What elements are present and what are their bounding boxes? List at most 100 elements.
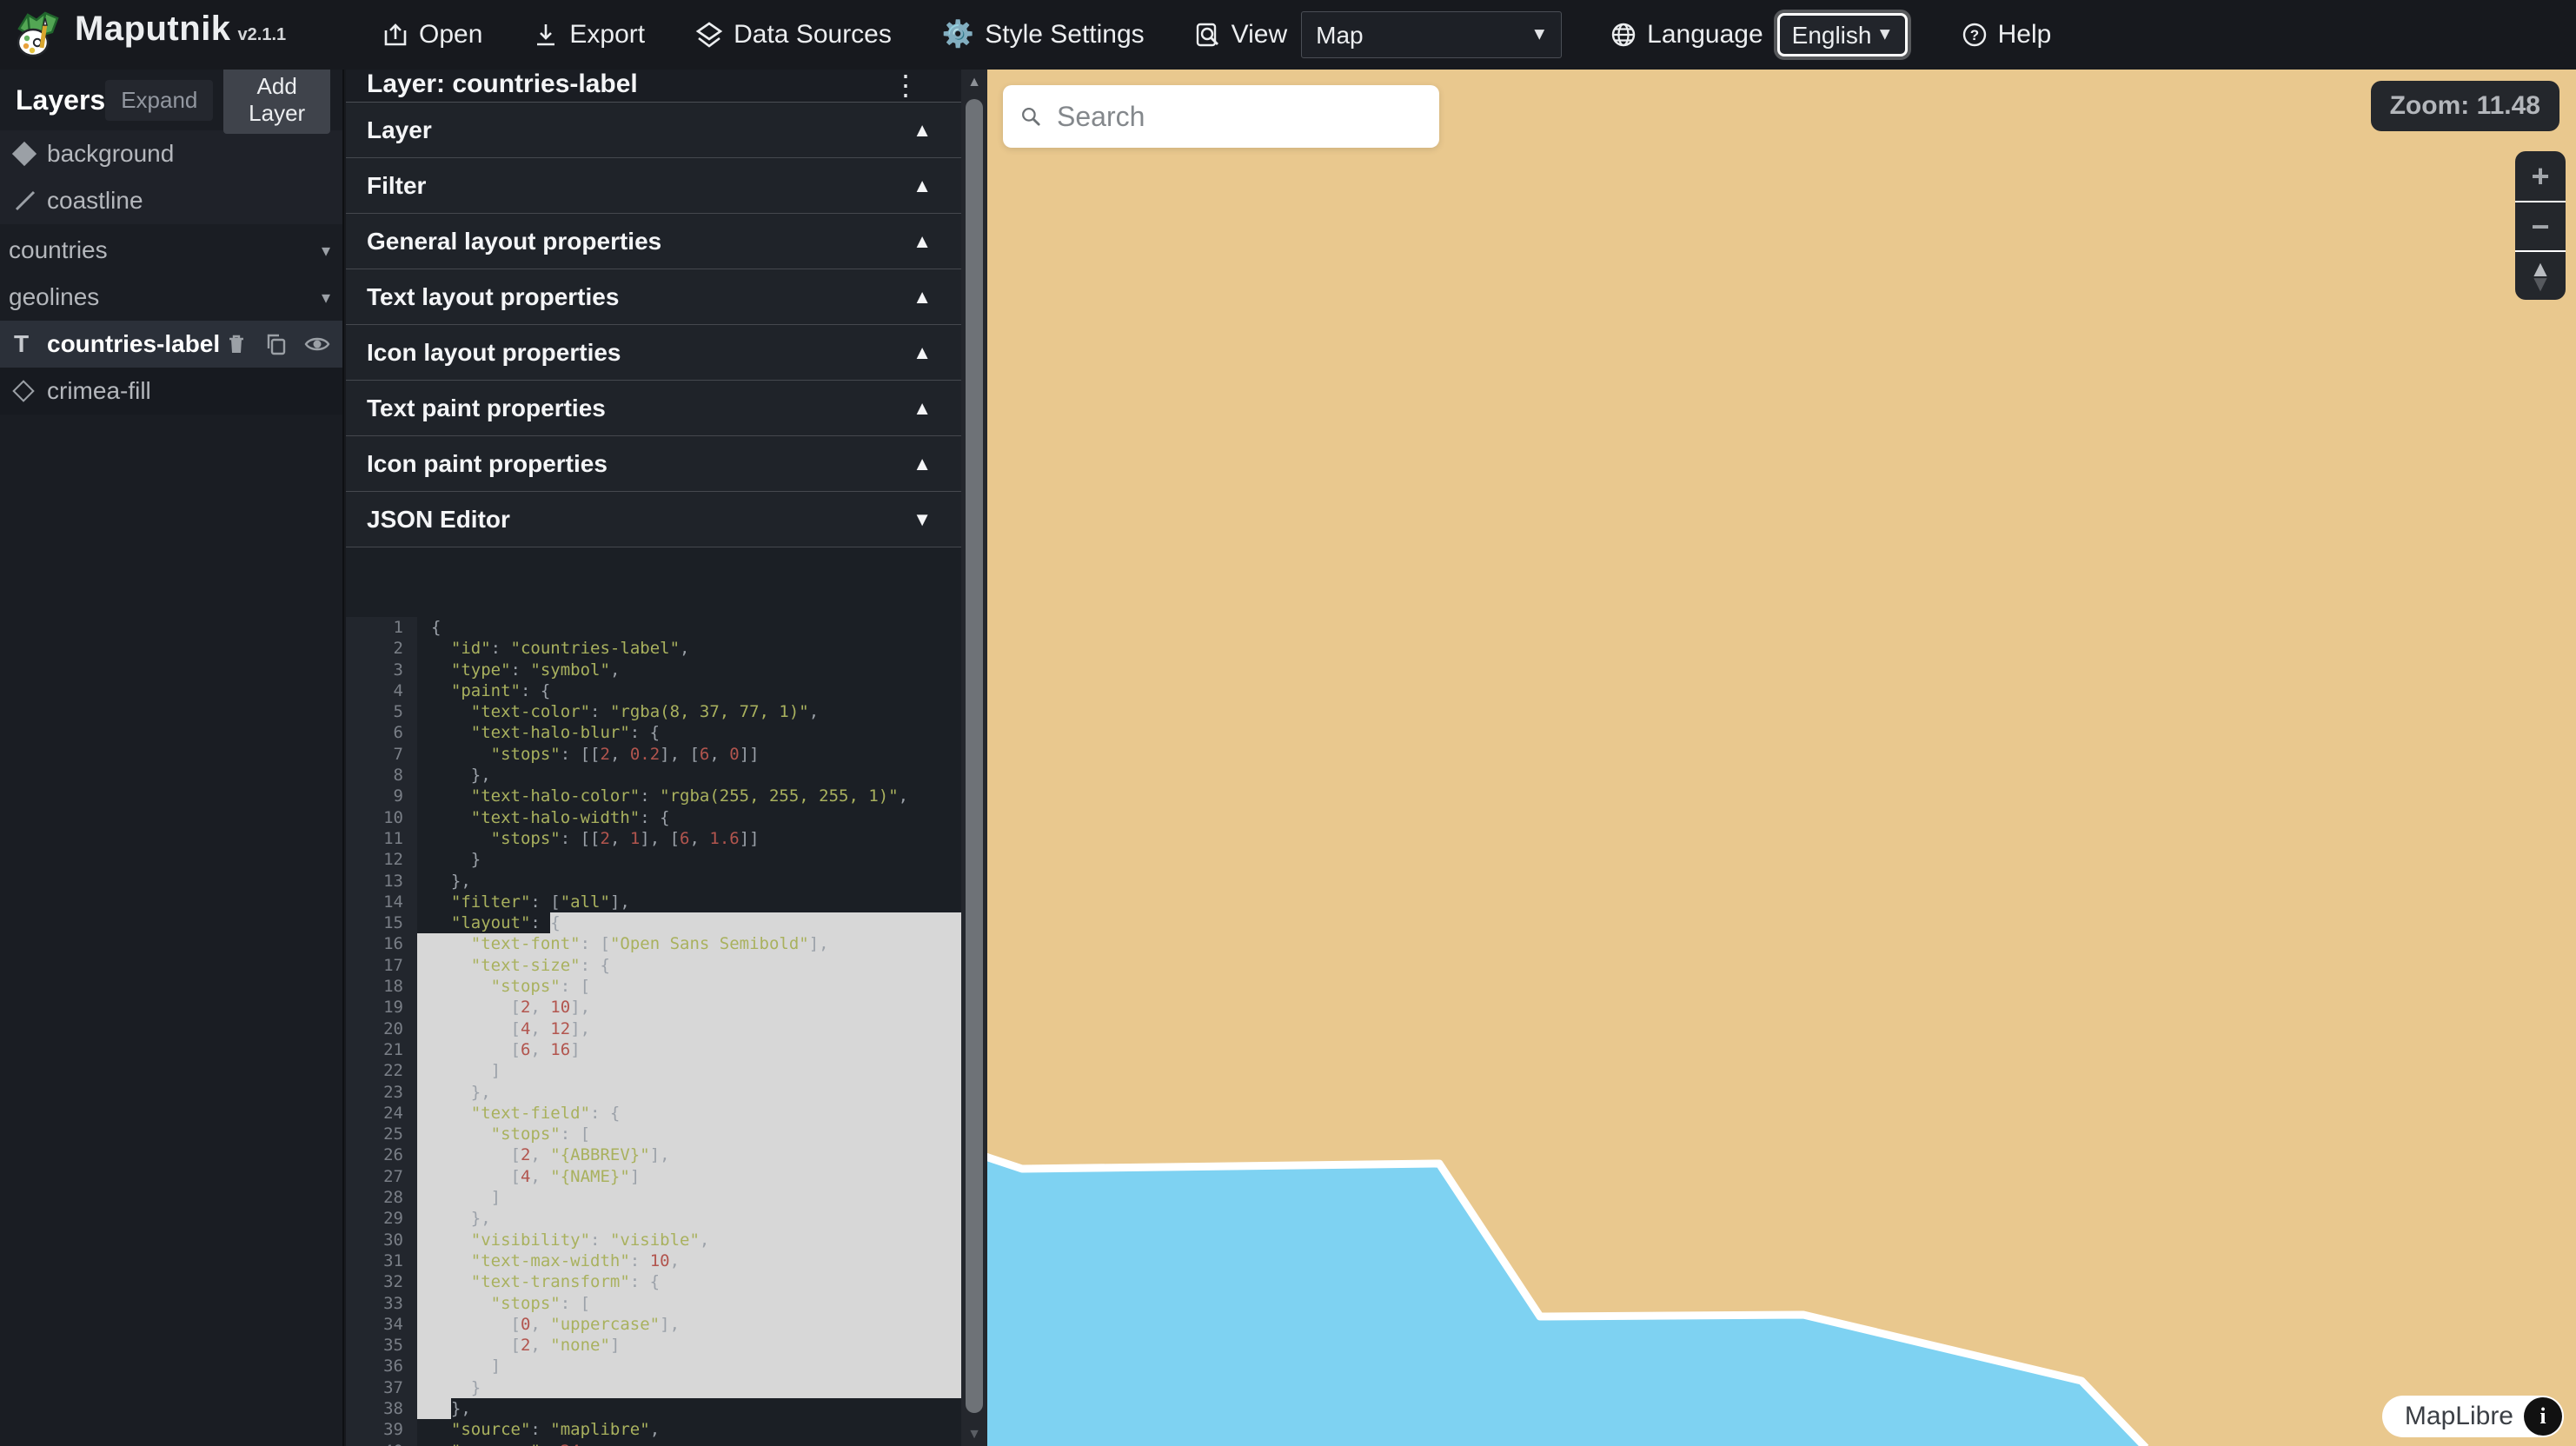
layer-item-countries-label[interactable]: T countries-label xyxy=(0,321,342,368)
search-input[interactable] xyxy=(1057,101,1422,133)
code-line[interactable]: 20 [4, 12], xyxy=(346,1018,961,1039)
code-line[interactable]: 11 "stops": [[2, 1], [6, 1.6]] xyxy=(346,828,961,849)
code-line[interactable]: 13 }, xyxy=(346,871,961,892)
json-code[interactable]: 1{2 "id": "countries-label",3 "type": "s… xyxy=(346,617,961,1446)
code-line[interactable]: 14 "filter": ["all"], xyxy=(346,892,961,912)
add-layer-button[interactable]: Add Layer xyxy=(223,66,330,134)
attribution-info-icon[interactable]: i xyxy=(2524,1397,2562,1436)
section-layer[interactable]: Layer ▲ xyxy=(346,103,961,158)
data-sources-button[interactable]: Data Sources xyxy=(695,20,892,50)
layer-group-countries[interactable]: countries ▾ xyxy=(0,227,342,274)
section-label: Icon layout properties xyxy=(367,339,913,367)
code-line[interactable]: 27 [4, "{NAME}"] xyxy=(346,1166,961,1187)
layer-item-background[interactable]: background xyxy=(0,130,342,177)
visibility-eye-icon[interactable] xyxy=(304,332,330,356)
zoom-out-button[interactable]: − xyxy=(2515,201,2566,250)
fill-outline-layer-icon xyxy=(14,383,47,399)
maplibre-link[interactable]: MapLibre xyxy=(2405,1402,2513,1431)
scrollbar-up-icon[interactable]: ▲ xyxy=(961,75,987,90)
code-line[interactable]: 10 "text-halo-width": { xyxy=(346,807,961,828)
code-line[interactable]: 40 "maxzoom": 24, xyxy=(346,1441,961,1446)
code-line[interactable]: 17 "text-size": { xyxy=(346,955,961,976)
code-line[interactable]: 25 "stops": [ xyxy=(346,1124,961,1144)
code-line[interactable]: 8 }, xyxy=(346,765,961,786)
code-line[interactable]: 9 "text-halo-color": "rgba(255, 255, 255… xyxy=(346,786,961,806)
code-line[interactable]: 26 [2, "{ABBREV}"], xyxy=(346,1144,961,1165)
expand-button[interactable]: Expand xyxy=(105,80,213,121)
layer-editor-panel: Layer: countries-label ⋮ Layer ▲ Filter … xyxy=(346,70,961,1446)
scrollbar-down-icon[interactable]: ▼ xyxy=(961,1427,987,1443)
code-line[interactable]: 23 }, xyxy=(346,1082,961,1103)
line-number: 7 xyxy=(346,744,417,765)
code-line[interactable]: 7 "stops": [[2, 0.2], [6, 0]] xyxy=(346,744,961,765)
code-line[interactable]: 31 "text-max-width": 10, xyxy=(346,1250,961,1271)
layer-label: crimea-fill xyxy=(47,377,151,405)
code-line[interactable]: 19 [2, 10], xyxy=(346,997,961,1018)
map-viewport[interactable]: Zoom: 11.48 + − ▲▼ MapLibre i xyxy=(987,70,2576,1446)
duplicate-layer-icon[interactable] xyxy=(264,332,289,356)
view-mode-select[interactable]: Map xyxy=(1301,11,1562,58)
code-line[interactable]: 33 "stops": [ xyxy=(346,1293,961,1314)
open-button[interactable]: Open xyxy=(382,20,482,50)
line-number: 10 xyxy=(346,807,417,828)
code-line[interactable]: 1{ xyxy=(346,617,961,638)
line-number: 12 xyxy=(346,849,417,870)
map-canvas xyxy=(987,70,2576,1446)
code-line[interactable]: 34 [0, "uppercase"], xyxy=(346,1314,961,1335)
export-button[interactable]: Export xyxy=(533,20,645,50)
kebab-menu-icon[interactable]: ⋮ xyxy=(892,75,920,97)
code-line[interactable]: 38 }, xyxy=(346,1398,961,1419)
zoom-in-button[interactable]: + xyxy=(2515,151,2566,201)
code-line[interactable]: 32 "text-transform": { xyxy=(346,1271,961,1292)
section-text-layout[interactable]: Text layout properties ▲ xyxy=(346,269,961,325)
layer-item-coastline[interactable]: coastline xyxy=(0,177,342,224)
section-text-paint[interactable]: Text paint properties ▲ xyxy=(346,381,961,436)
help-icon: ? xyxy=(1962,22,1988,48)
code-line[interactable]: 39 "source": "maplibre", xyxy=(346,1419,961,1440)
view-menu[interactable]: View xyxy=(1195,20,1287,50)
globe-icon xyxy=(1610,22,1637,48)
code-line[interactable]: 24 "text-field": { xyxy=(346,1103,961,1124)
line-number: 26 xyxy=(346,1144,417,1165)
section-filter[interactable]: Filter ▲ xyxy=(346,158,961,214)
language-select[interactable]: English xyxy=(1777,13,1908,56)
code-line[interactable]: 37 } xyxy=(346,1377,961,1398)
code-line[interactable]: 22 ] xyxy=(346,1060,961,1081)
code-line[interactable]: 6 "text-halo-blur": { xyxy=(346,722,961,743)
layers-title: Layers xyxy=(16,84,105,116)
section-icon-layout[interactable]: Icon layout properties ▲ xyxy=(346,325,961,381)
code-line[interactable]: 29 }, xyxy=(346,1208,961,1229)
code-line[interactable]: 3 "type": "symbol", xyxy=(346,660,961,680)
code-line[interactable]: 5 "text-color": "rgba(8, 37, 77, 1)", xyxy=(346,701,961,722)
code-line[interactable]: 28 ] xyxy=(346,1187,961,1208)
map-search[interactable] xyxy=(1003,85,1439,148)
code-line[interactable]: 15 "layout": { xyxy=(346,912,961,933)
app-title: Maputnik xyxy=(75,10,231,49)
code-line[interactable]: 4 "paint": { xyxy=(346,680,961,701)
section-icon-paint[interactable]: Icon paint properties ▲ xyxy=(346,436,961,492)
compass-button[interactable]: ▲▼ xyxy=(2515,250,2566,300)
section-label: General layout properties xyxy=(367,228,913,255)
delete-layer-icon[interactable] xyxy=(224,332,249,356)
section-json-editor[interactable]: JSON Editor ▼ xyxy=(346,492,961,547)
code-line[interactable]: 2 "id": "countries-label", xyxy=(346,638,961,659)
help-button[interactable]: ? Help xyxy=(1962,20,2052,50)
section-general-layout[interactable]: General layout properties ▲ xyxy=(346,214,961,269)
layers-sidebar: Layers Expand Add Layer background coast… xyxy=(0,70,344,1446)
code-line[interactable]: 35 [2, "none"] xyxy=(346,1335,961,1356)
style-settings-button[interactable]: ⚙️​ Style Settings xyxy=(942,20,1145,50)
scrollbar-thumb[interactable] xyxy=(966,99,983,1413)
layer-editor-title: Layer: countries-label xyxy=(367,70,892,99)
layer-actions xyxy=(224,332,330,356)
layer-group-geolines[interactable]: geolines ▾ xyxy=(0,274,342,321)
code-line[interactable]: 18 "stops": [ xyxy=(346,976,961,997)
code-line[interactable]: 12 } xyxy=(346,849,961,870)
code-line[interactable]: 36 ] xyxy=(346,1356,961,1376)
code-line[interactable]: 16 "text-font": ["Open Sans Semibold"], xyxy=(346,933,961,954)
section-label: Filter xyxy=(367,172,913,200)
layer-item-crimea-fill[interactable]: crimea-fill xyxy=(0,368,342,415)
code-line[interactable]: 21 [6, 16] xyxy=(346,1039,961,1060)
panel-scrollbar[interactable]: ▲ ▼ xyxy=(961,70,987,1446)
layer-label: background xyxy=(47,140,174,168)
code-line[interactable]: 30 "visibility": "visible", xyxy=(346,1230,961,1250)
